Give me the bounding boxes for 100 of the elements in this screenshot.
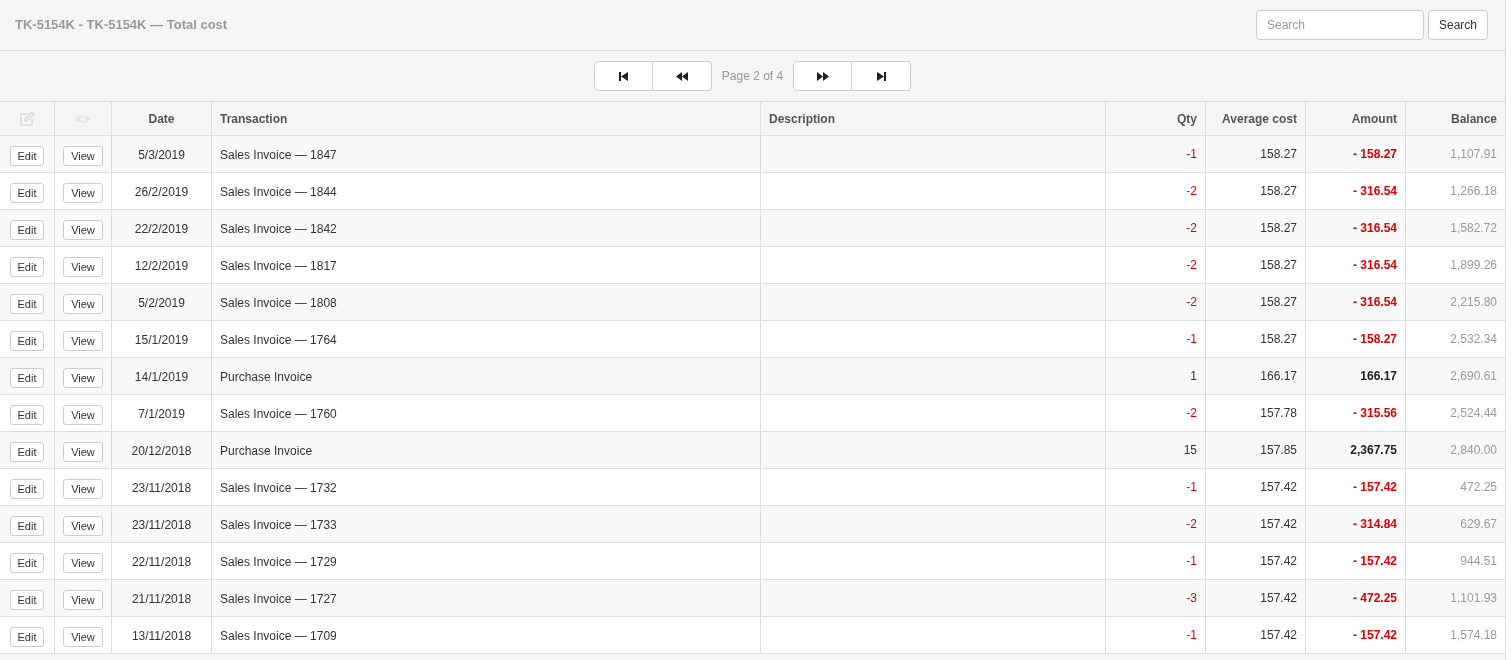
- edit-button[interactable]: Edit: [9, 479, 45, 499]
- edit-button[interactable]: Edit: [9, 146, 45, 166]
- edit-button[interactable]: Edit: [9, 405, 45, 425]
- transaction-cell-text: Purchase Invoice: [220, 443, 313, 460]
- date-cell-text: 21/11/2018: [131, 591, 192, 608]
- edit-button[interactable]: Edit: [9, 220, 45, 240]
- edit-button[interactable]: Edit: [9, 183, 45, 203]
- qty-cell-text: -2: [1186, 516, 1197, 533]
- qty-cell-text: -1: [1186, 627, 1197, 644]
- previous-page-button[interactable]: [652, 61, 712, 91]
- amount-cell-text: - 157.42: [1352, 553, 1397, 570]
- edit-button[interactable]: Edit: [9, 442, 45, 462]
- date-cell-text: 20/12/2018: [131, 443, 192, 460]
- balance-cell-text: 472.25: [1460, 479, 1497, 496]
- amount-cell-text: - 316.54: [1352, 220, 1397, 237]
- date-cell-text: 5/3/2019: [138, 147, 185, 164]
- search-button[interactable]: Search: [1427, 10, 1488, 40]
- view-button[interactable]: View: [63, 627, 103, 647]
- date-cell-text: 15/1/2019: [134, 332, 189, 349]
- edit-button[interactable]: Edit: [9, 294, 45, 314]
- edit-button[interactable]: Edit: [9, 553, 45, 573]
- view-button[interactable]: View: [63, 146, 103, 166]
- transaction-cell-text: Sales Invoice — 1764: [220, 332, 337, 349]
- balance-cell-text: 2,215.80: [1450, 294, 1497, 311]
- balance-cell-text: 2,690.61: [1450, 368, 1497, 385]
- qty-cell-text: -2: [1186, 183, 1197, 200]
- column-header: Amount: [1351, 110, 1397, 128]
- average-cost-cell-text: 157.42: [1260, 479, 1297, 496]
- edit-button[interactable]: Edit: [9, 368, 45, 388]
- search-field[interactable]: Search: [1255, 10, 1424, 40]
- view-button[interactable]: View: [63, 553, 103, 573]
- next-page-button[interactable]: [793, 61, 853, 91]
- edit-button[interactable]: Edit: [9, 627, 45, 647]
- skip-start-icon: [618, 71, 628, 81]
- view-button[interactable]: View: [63, 183, 103, 203]
- edit-icon: [19, 110, 35, 127]
- view-button[interactable]: View: [63, 516, 103, 536]
- rewind-icon: [675, 71, 688, 81]
- amount-cell-text: - 316.54: [1352, 294, 1397, 311]
- view-button[interactable]: View: [63, 442, 103, 462]
- amount-cell-text: - 472.25: [1352, 590, 1397, 607]
- average-cost-cell-text: 158.27: [1260, 183, 1297, 200]
- view-button[interactable]: View: [63, 405, 103, 425]
- amount-cell-text: - 315.56: [1352, 405, 1397, 422]
- last-page-button[interactable]: [852, 61, 912, 91]
- balance-cell-text: 1,582.72: [1450, 220, 1497, 237]
- qty-cell-text: -2: [1186, 405, 1197, 422]
- qty-cell-text: -2: [1186, 220, 1197, 237]
- view-button[interactable]: View: [63, 331, 103, 351]
- qty-cell-text: -1: [1186, 146, 1197, 163]
- qty-cell-text: -2: [1186, 294, 1197, 311]
- column-header: Average cost: [1222, 110, 1297, 128]
- view-button[interactable]: View: [63, 368, 103, 388]
- edit-button[interactable]: Edit: [9, 590, 45, 610]
- average-cost-cell-text: 158.27: [1260, 257, 1297, 274]
- amount-cell-text: - 158.27: [1352, 146, 1397, 163]
- average-cost-cell-text: 157.42: [1260, 553, 1297, 570]
- column-header: Qty: [1177, 110, 1197, 128]
- average-cost-cell-text: 158.27: [1260, 294, 1297, 311]
- balance-cell-text: 2,840.00: [1450, 442, 1497, 459]
- balance-cell-text: 629.67: [1460, 516, 1497, 533]
- page-indicator: Page 2 of 4: [721, 68, 784, 85]
- fast-forward-icon: [816, 71, 829, 81]
- edit-button[interactable]: Edit: [9, 516, 45, 536]
- view-button[interactable]: View: [63, 479, 103, 499]
- transaction-cell-text: Sales Invoice — 1732: [220, 480, 337, 497]
- average-cost-cell-text: 158.27: [1260, 146, 1297, 163]
- amount-cell-text: - 158.27: [1352, 331, 1397, 348]
- edit-button[interactable]: Edit: [9, 331, 45, 351]
- qty-cell-text: -3: [1186, 590, 1197, 607]
- view-button[interactable]: View: [63, 257, 103, 277]
- transaction-cell-text: Purchase Invoice: [220, 369, 313, 386]
- view-button[interactable]: View: [63, 220, 103, 240]
- transaction-cell-text: Sales Invoice — 1847: [220, 147, 337, 164]
- view-button[interactable]: View: [63, 294, 103, 314]
- balance-cell-text: 2,524.44: [1450, 405, 1497, 422]
- transaction-cell-text: Sales Invoice — 1842: [220, 221, 337, 238]
- date-cell-text: 22/11/2018: [131, 554, 192, 571]
- date-cell-text: 14/1/2019: [134, 369, 189, 386]
- amount-cell-text: 166.17: [1360, 368, 1397, 385]
- view-button[interactable]: View: [63, 590, 103, 610]
- date-cell-text: 26/2/2019: [134, 184, 189, 201]
- column-header: Description: [769, 110, 835, 128]
- column-header: Date: [148, 110, 175, 128]
- edit-button[interactable]: Edit: [9, 257, 45, 277]
- transaction-cell-text: Sales Invoice — 1727: [220, 591, 337, 608]
- date-cell-text: 13/11/2018: [131, 628, 192, 645]
- average-cost-cell-text: 157.78: [1260, 405, 1297, 422]
- average-cost-cell-text: 157.42: [1260, 590, 1297, 607]
- date-cell-text: 23/11/2018: [131, 480, 192, 497]
- qty-cell-text: -1: [1186, 479, 1197, 496]
- balance-cell-text: 2,532.34: [1450, 331, 1497, 348]
- transaction-cell-text: Sales Invoice — 1709: [220, 628, 337, 645]
- amount-cell-text: - 314.84: [1352, 516, 1397, 533]
- amount-cell-text: - 316.54: [1352, 183, 1397, 200]
- qty-cell-text: -2: [1186, 257, 1197, 274]
- date-cell-text: 7/1/2019: [138, 406, 185, 423]
- balance-cell-text: 1,574.18: [1450, 627, 1497, 644]
- first-page-button[interactable]: [593, 61, 653, 91]
- date-cell-text: 22/2/2019: [134, 221, 189, 238]
